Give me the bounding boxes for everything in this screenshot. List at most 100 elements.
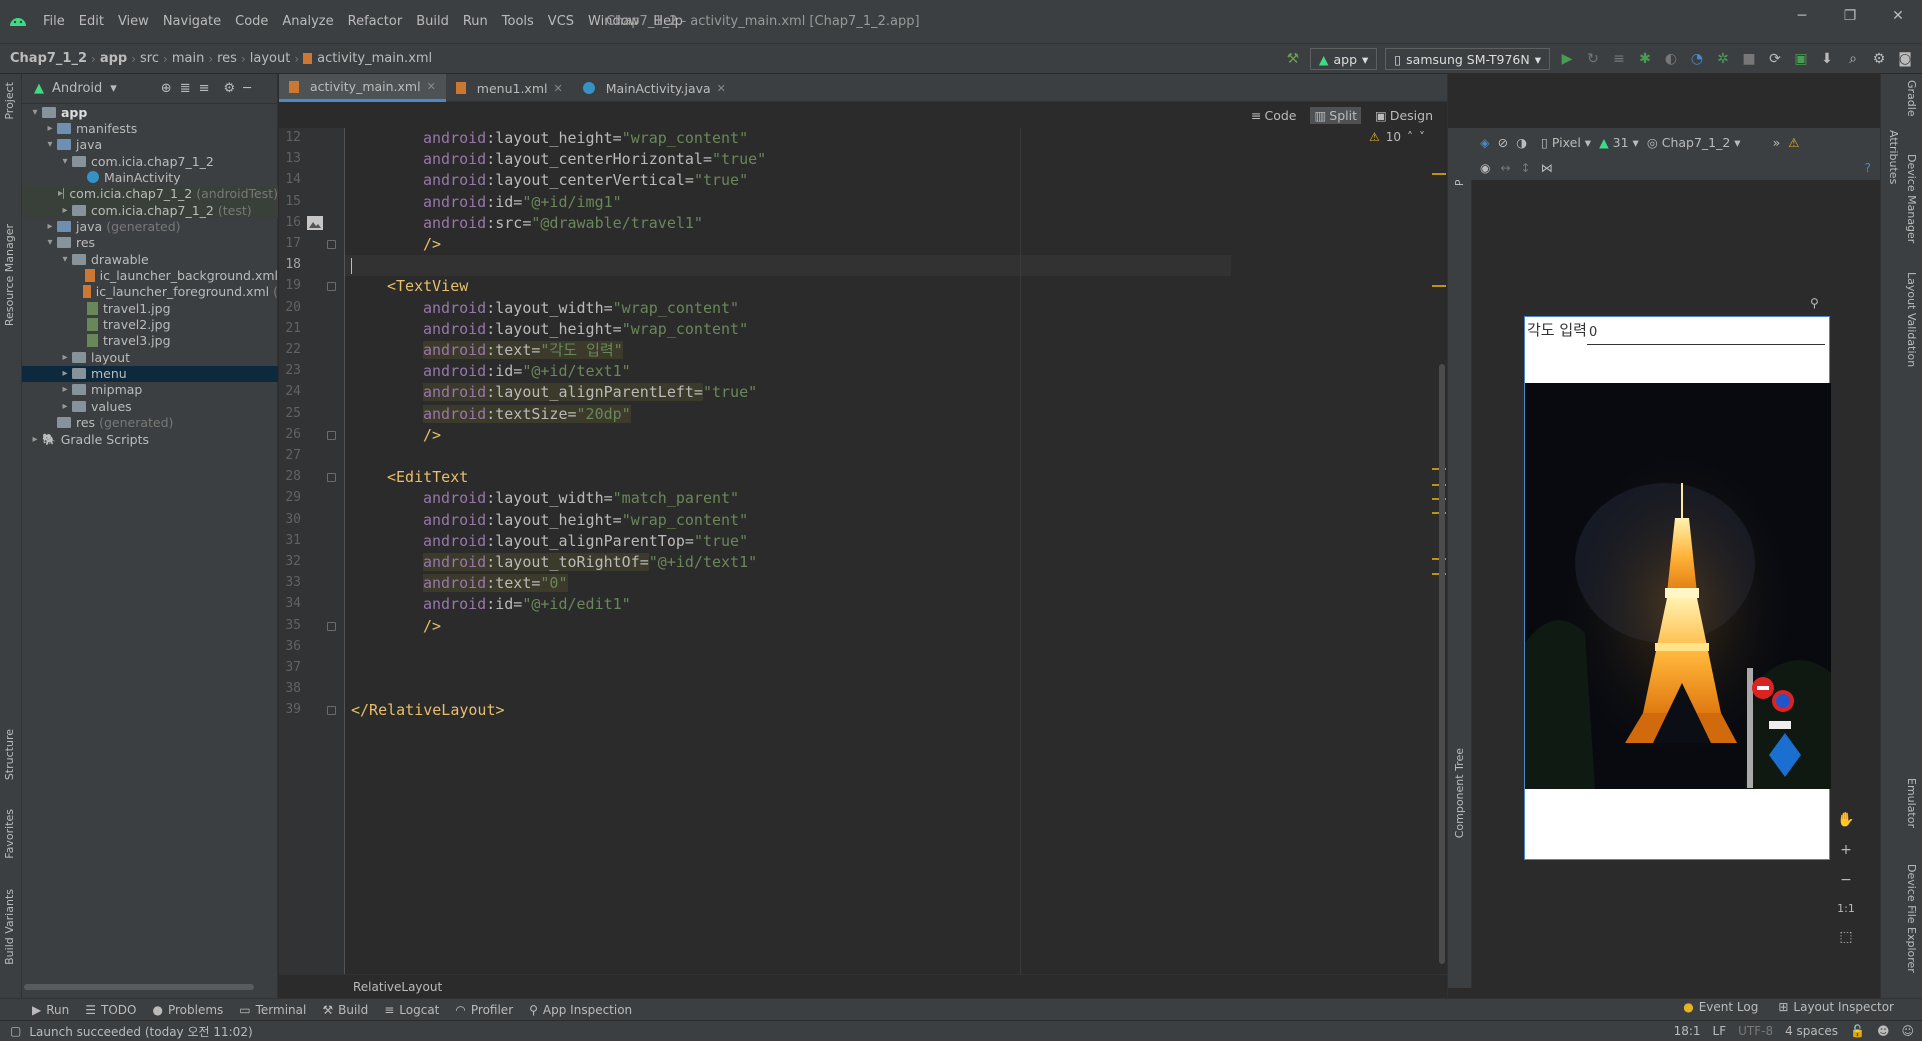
debug-icon[interactable]: ✱ bbox=[1636, 50, 1654, 68]
line-number[interactable]: 36 bbox=[279, 639, 301, 654]
chevron-down-icon[interactable]: ▾ bbox=[110, 81, 117, 96]
expand-arrow-icon[interactable]: ▾ bbox=[43, 237, 57, 248]
expand-arrow-icon[interactable]: ▸ bbox=[58, 401, 72, 412]
eye-icon[interactable]: ◉ bbox=[1480, 161, 1490, 175]
line-number[interactable]: 38 bbox=[279, 681, 301, 696]
line-number[interactable]: 14 bbox=[279, 172, 301, 187]
tree-item[interactable]: ▸ mipmap bbox=[22, 382, 278, 398]
device-select[interactable]: ▯ samsung SM-T976N ▾ bbox=[1385, 48, 1550, 70]
notifications-icon[interactable]: ☺ bbox=[1901, 1024, 1914, 1038]
expand-arrow-icon[interactable]: ▾ bbox=[28, 107, 42, 118]
layers-icon[interactable]: ◈ bbox=[1480, 135, 1490, 150]
avatar-icon[interactable]: ◙ bbox=[1896, 50, 1914, 68]
orientation-icon[interactable]: ⊘ bbox=[1498, 135, 1508, 150]
line-number[interactable]: 26 bbox=[279, 427, 301, 442]
inspection-widget[interactable]: ⚠ 10 ˄ ˅ bbox=[1369, 130, 1425, 144]
line-number[interactable]: 29 bbox=[279, 490, 301, 505]
tree-item[interactable]: ▸ menu bbox=[22, 365, 278, 382]
tree-item[interactable]: ▸ com.icia.chap7_1_2 (androidTest) bbox=[22, 185, 278, 202]
tab-device-file-explorer[interactable]: Device File Explorer bbox=[1905, 864, 1918, 973]
tree-item[interactable]: ▸ java (generated) bbox=[22, 218, 278, 234]
code-line[interactable]: android:layout_alignParentTop="true" bbox=[351, 531, 748, 552]
restore-icon[interactable]: ❐ bbox=[1826, 8, 1874, 24]
zoom-in-icon[interactable]: + bbox=[1840, 842, 1852, 858]
breadcrumb-item[interactable]: Chap7_1_2 bbox=[0, 51, 87, 66]
hammer-icon[interactable]: ⚒ bbox=[1284, 50, 1302, 68]
code-line[interactable]: android:layout_centerHorizontal="true" bbox=[351, 149, 766, 170]
sync-icon[interactable]: ⟳ bbox=[1766, 50, 1784, 68]
caret-position[interactable]: 18:1 bbox=[1674, 1024, 1701, 1038]
search-icon[interactable]: ⌕ bbox=[1844, 50, 1862, 68]
xml-breadcrumb[interactable]: RelativeLayout bbox=[279, 974, 1447, 998]
code-line[interactable]: android:layout_alignParentLeft="true" bbox=[351, 382, 757, 403]
warning-mark[interactable] bbox=[1432, 285, 1446, 287]
code-line[interactable]: android:layout_height="wrap_content" bbox=[351, 128, 748, 149]
magnet-icon[interactable]: ⋈ bbox=[1541, 161, 1553, 175]
menu-navigate[interactable]: Navigate bbox=[156, 14, 228, 29]
tab-build-variants[interactable]: Build Variants bbox=[3, 889, 16, 965]
expand-arrow-icon[interactable]: ▾ bbox=[58, 254, 72, 265]
tab-attributes[interactable]: Attributes bbox=[1887, 130, 1900, 184]
tree-item[interactable]: res (generated) bbox=[22, 415, 278, 431]
tree-item[interactable]: travel2.jpg bbox=[22, 317, 278, 333]
menu-file[interactable]: File bbox=[36, 14, 72, 29]
expand-arrow-icon[interactable]: ▸ bbox=[58, 384, 72, 395]
code-line[interactable]: android:id="@+id/text1" bbox=[351, 361, 631, 382]
vertical-scrollbar[interactable] bbox=[1439, 364, 1445, 964]
chevron-down-icon[interactable]: ˅ bbox=[1419, 130, 1425, 144]
tree-item[interactable]: ▾ app bbox=[22, 104, 278, 120]
expand-arrow-icon[interactable]: ▸ bbox=[58, 352, 72, 363]
fold-marker-icon[interactable] bbox=[327, 240, 336, 249]
code-line[interactable]: android:textSize="20dp" bbox=[351, 404, 631, 425]
expand-arrow-icon[interactable]: ▸ bbox=[58, 205, 72, 216]
code-line[interactable]: android:layout_toRightOf="@+id/text1" bbox=[351, 552, 757, 573]
tree-item[interactable]: ▸ 🐘 Gradle Scripts bbox=[22, 431, 278, 447]
line-number[interactable]: 19 bbox=[279, 278, 301, 293]
device-select[interactable]: ▯ Pixel ▾ bbox=[1541, 135, 1591, 150]
line-number[interactable]: 20 bbox=[279, 300, 301, 315]
code-line[interactable]: android:layout_height="wrap_content" bbox=[351, 510, 748, 531]
pan-icon[interactable]: ✋ bbox=[1837, 812, 1854, 828]
tree-item[interactable]: MainActivity bbox=[22, 169, 278, 185]
zoom-fit-button[interactable]: 1:1 bbox=[1837, 902, 1855, 915]
tree-item[interactable]: ▸ manifests bbox=[22, 120, 278, 136]
code-line[interactable]: android:layout_height="wrap_content" bbox=[351, 319, 748, 340]
line-number[interactable]: 34 bbox=[279, 596, 301, 611]
close-tab-icon[interactable]: ✕ bbox=[427, 80, 436, 93]
tab-emulator[interactable]: Emulator bbox=[1905, 778, 1918, 828]
tree-item[interactable]: ▸ layout bbox=[22, 349, 278, 365]
breadcrumb-item[interactable]: layout bbox=[250, 51, 291, 66]
line-number[interactable]: 13 bbox=[279, 151, 301, 166]
chevron-up-icon[interactable]: ˄ bbox=[1407, 130, 1413, 144]
chevron-right-icon[interactable]: » bbox=[1773, 135, 1781, 150]
warning-mark[interactable] bbox=[1432, 173, 1446, 175]
tool-logcat[interactable]: ≡ Logcat bbox=[384, 1003, 439, 1017]
file-encoding[interactable]: UTF-8 bbox=[1738, 1024, 1773, 1038]
menu-refactor[interactable]: Refactor bbox=[341, 14, 410, 29]
project-view-select[interactable]: Android bbox=[52, 81, 102, 96]
code-line[interactable]: <TextView bbox=[351, 276, 468, 297]
tab-device-manager[interactable]: Device Manager bbox=[1905, 154, 1918, 243]
preview-image-tower[interactable] bbox=[1525, 383, 1831, 789]
tree-item[interactable]: travel1.jpg bbox=[22, 300, 278, 316]
tool-todo[interactable]: ☰ TODO bbox=[85, 1003, 136, 1017]
close-tab-icon[interactable]: ✕ bbox=[717, 82, 726, 95]
locate-icon[interactable]: ⊕ bbox=[161, 81, 172, 96]
line-separator[interactable]: LF bbox=[1713, 1024, 1727, 1038]
line-number[interactable]: 17 bbox=[279, 236, 301, 251]
event-log-button[interactable]: ● Event Log bbox=[1683, 1000, 1758, 1014]
code-line[interactable]: /> bbox=[351, 616, 441, 637]
tool-build[interactable]: ⚒ Build bbox=[322, 1003, 368, 1017]
split-mode-button[interactable]: ▥ Split bbox=[1310, 106, 1362, 124]
lock-icon[interactable]: 🔓 bbox=[1850, 1024, 1865, 1038]
line-number[interactable]: 24 bbox=[279, 384, 301, 399]
line-number[interactable]: 25 bbox=[279, 406, 301, 421]
coverage-icon[interactable]: ◐ bbox=[1662, 50, 1680, 68]
tool-problems[interactable]: ● Problems bbox=[152, 1003, 223, 1017]
tree-item[interactable]: ▸ values bbox=[22, 398, 278, 414]
menu-vcs[interactable]: VCS bbox=[541, 14, 581, 29]
breadcrumb-item[interactable]: res bbox=[217, 51, 237, 66]
editor-tab[interactable]: MainActivity.java ✕ bbox=[573, 74, 736, 102]
line-number[interactable]: 21 bbox=[279, 321, 301, 336]
tree-item[interactable]: ic_launcher_foreground.xml( bbox=[22, 284, 278, 300]
